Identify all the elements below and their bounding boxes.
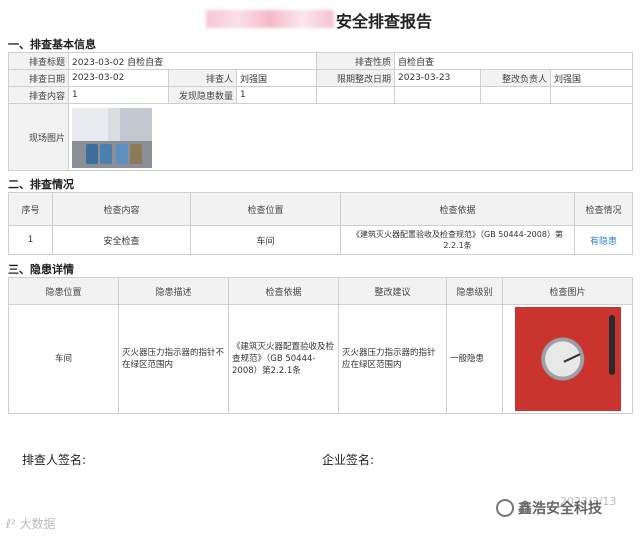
hazard-table: 隐患位置 隐患描述 检查依据 整改建议 隐患级别 检查图片 车间 灭火器压力指示… <box>8 277 633 414</box>
check-basis: 《建筑灭火器配置验收及检查规范》（GB 50444-2008）第2.2.1条 <box>340 225 575 255</box>
wechat-logo-icon <box>496 499 514 517</box>
owner-value: 刘强国 <box>550 69 634 87</box>
hazard-header-photo: 检查图片 <box>502 277 633 305</box>
hazard-location: 车间 <box>8 304 119 414</box>
table-row: 车间 灭火器压力指示器的指针不在绿区范围内 《建筑灭火器配置验收及检查规范》（G… <box>8 304 633 414</box>
footer-brand-name: 鑫浩安全科技 <box>518 501 602 517</box>
hazard-description: 灭火器压力指示器的指针不在绿区范围内 <box>118 304 229 414</box>
check-location: 车间 <box>190 225 341 255</box>
photo-label: 现场图片 <box>8 103 69 171</box>
count-label: 发现隐患数量 <box>168 86 237 104</box>
section-hazard-heading: 三、隐患详情 <box>8 263 74 276</box>
check-status-link[interactable]: 有隐患 <box>574 225 633 255</box>
inspector-label: 排查人 <box>168 69 237 87</box>
hazard-basis: 《建筑灭火器配置验收及检查规范》（GB 50444-2008）第2.2.1条 <box>228 304 339 414</box>
hazard-suggestion: 灭火器压力指示器的指针应在绿区范围内 <box>338 304 447 414</box>
hazard-level: 一般隐患 <box>446 304 503 414</box>
report-title-row: 安全排查报告 <box>0 8 640 32</box>
footer-brand: 鑫浩安全科技 <box>496 498 602 518</box>
inspector-value: 刘强国 <box>235 69 318 87</box>
check-no: 1 <box>8 225 53 255</box>
deadline-value: 2023-03-23 <box>394 69 482 87</box>
check-header-status: 检查情况 <box>574 192 633 226</box>
nature-label: 排查性质 <box>316 52 396 70</box>
check-header-content: 检查内容 <box>52 192 191 226</box>
site-photo[interactable] <box>72 108 152 168</box>
check-table: 序号 检查内容 检查位置 检查依据 检查情况 1 安全检查 车间 《建筑灭火器配… <box>8 192 633 255</box>
hazard-header-level: 隐患级别 <box>446 277 503 305</box>
hazard-header-basis: 检查依据 <box>228 277 339 305</box>
redacted-company-name <box>206 10 334 28</box>
inspector-signature-label: 排查人签名: <box>22 453 87 467</box>
report-title: 安全排查报告 <box>336 12 433 31</box>
section-check-heading: 二、排查情况 <box>8 178 74 191</box>
footer-left-watermark: ℓ² 大数据 <box>6 517 56 531</box>
extinguisher-photo[interactable] <box>514 307 621 411</box>
content-value: 1 <box>68 86 169 104</box>
count-value: 1 <box>235 86 318 104</box>
section-basic-heading: 一、排查基本信息 <box>8 38 96 51</box>
basic-info-table: 排查标题 2023-03-02 自检自查 排查性质 自检自查 排查日期 2023… <box>8 52 634 171</box>
check-header-no: 序号 <box>8 192 53 226</box>
hazard-header-location: 隐患位置 <box>8 277 119 305</box>
title-label: 排查标题 <box>8 52 69 70</box>
hazard-header-description: 隐患描述 <box>118 277 229 305</box>
deadline-label: 限期整改日期 <box>316 69 396 87</box>
table-row: 1 安全检查 车间 《建筑灭火器配置验收及检查规范》（GB 50444-2008… <box>8 225 633 255</box>
nature-value: 自检自查 <box>394 52 634 70</box>
date-value: 2023-03-02 <box>68 69 169 87</box>
hazard-header-suggestion: 整改建议 <box>338 277 447 305</box>
title-value: 2023-03-02 自检自查 <box>67 52 318 70</box>
check-header-location: 检查位置 <box>190 192 341 226</box>
date-label: 排查日期 <box>8 69 69 87</box>
check-header-basis: 检查依据 <box>340 192 575 226</box>
content-label: 排查内容 <box>8 86 69 104</box>
company-signature-label: 企业签名: <box>322 453 375 467</box>
owner-label: 整改负责人 <box>480 69 552 87</box>
check-content: 安全检查 <box>52 225 191 255</box>
